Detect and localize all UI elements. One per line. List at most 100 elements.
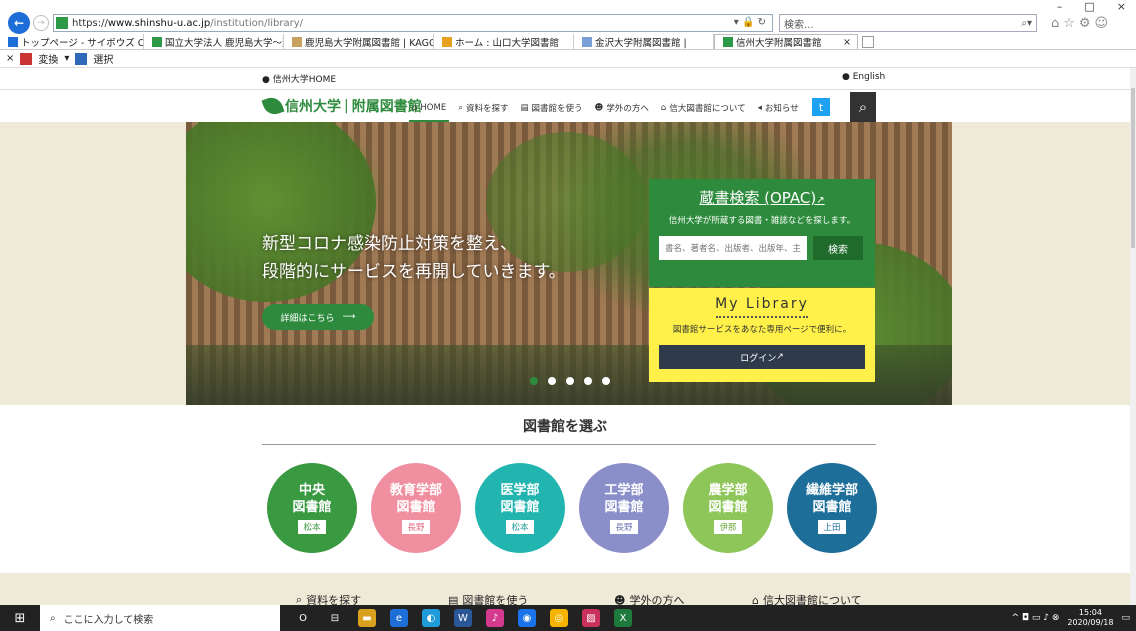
bottom-link-label: 学外の方へ: [629, 594, 685, 605]
hero-message-line: 段階的にサービスを再開していきます。: [262, 262, 566, 282]
library-name: 図書館: [708, 500, 748, 515]
slide-dot[interactable]: [602, 377, 610, 385]
external-link-icon: ↗: [816, 195, 825, 206]
close-command-icon[interactable]: ×: [6, 53, 14, 64]
tab-shinshu-library[interactable]: 信州大学附属図書館 ×: [714, 34, 858, 49]
system-tray: ^ ◘ ▭ ♪ ⊗ 15:04 2020/09/18 ▭: [1011, 605, 1130, 631]
select-button[interactable]: 選択: [93, 51, 113, 66]
library-location: 松本: [298, 520, 326, 534]
forward-button[interactable]: →: [33, 15, 49, 31]
nav-search-materials[interactable]: ⌕ 資料を探す: [458, 98, 508, 118]
library-name: 教育学部: [389, 483, 442, 498]
home-icon: ⌂: [412, 103, 418, 113]
itunes-icon[interactable]: ♪: [486, 609, 504, 627]
tab-kagoshima-univ[interactable]: 国立大学法人 鹿児島大学〜進...: [144, 34, 284, 49]
bottom-link-search[interactable]: ⌕ 資料を探す: [296, 592, 448, 605]
tab-close-icon[interactable]: ×: [843, 37, 851, 48]
library-engineering[interactable]: 工学部 図書館 長野: [579, 463, 669, 553]
tab-cybozu[interactable]: トップページ - サイボウズ Office: [0, 34, 144, 49]
minimize-button[interactable]: –: [1057, 0, 1063, 13]
library-name: 図書館: [604, 500, 644, 515]
library-medicine[interactable]: 医学部 図書館 松本: [475, 463, 565, 553]
site-header: 信州大学 | 附属図書館 ⌂ HOME ⌕ 資料を探す ▤ 図書館を使う ☻ 学…: [0, 92, 1130, 123]
chrome-icon[interactable]: ◎: [550, 609, 568, 627]
tab-title-group: 信州大学附属図書館: [723, 35, 822, 49]
shinshu-home-link[interactable]: ● 信州大学HOME: [262, 72, 336, 85]
divider: [262, 444, 876, 445]
tab-yamaguchi-library[interactable]: ホーム : 山口大学図書館: [434, 34, 574, 49]
nav-label: 図書館を使う: [531, 104, 583, 114]
app-icon[interactable]: ◉: [518, 609, 536, 627]
tab-favicon-icon: [292, 36, 302, 47]
slide-dot[interactable]: [584, 377, 592, 385]
paint-icon[interactable]: ▨: [582, 609, 600, 627]
slide-dot[interactable]: [530, 377, 538, 385]
slide-dot[interactable]: [548, 377, 556, 385]
nav-label: お知らせ: [764, 104, 799, 114]
ie-icon[interactable]: e: [390, 609, 408, 627]
search-icon: ⌕: [458, 103, 463, 113]
logo-separator: |: [344, 98, 349, 114]
convert-dropdown-icon[interactable]: ▾: [64, 53, 69, 64]
toolbar-icons[interactable]: ⌂☆⚙☺: [1051, 16, 1112, 31]
page-scrollbar[interactable]: [1130, 68, 1136, 605]
scrollbar-thumb[interactable]: [1131, 88, 1135, 248]
tab-strip: トップページ - サイボウズ Office 国立大学法人 鹿児島大学〜進... …: [0, 34, 1136, 50]
hero-message-line: 新型コロナ感染防止対策を整え、: [262, 234, 517, 254]
book-icon: ▤: [448, 593, 459, 606]
tab-kagoshima-library[interactable]: 鹿児島大学附属図書館 | KAGO...: [284, 34, 434, 49]
bottom-link-label: 図書館を使う: [462, 594, 529, 605]
notification-icon[interactable]: ▭: [1121, 613, 1130, 623]
bottom-link-use[interactable]: ▤ 図書館を使う: [448, 592, 614, 606]
library-logo[interactable]: 信州大学 | 附属図書館: [261, 94, 422, 118]
library-education[interactable]: 教育学部 図書館 長野: [371, 463, 461, 553]
twitter-icon[interactable]: t: [812, 98, 830, 116]
tab-kanazawa-library[interactable]: 金沢大学附属図書館 |: [574, 34, 714, 49]
library-central[interactable]: 中央 図書館 松本: [267, 463, 357, 553]
nav-home[interactable]: ⌂ HOME: [408, 98, 450, 123]
english-link[interactable]: ● English: [842, 72, 885, 82]
windows-start-icon[interactable]: ⊞: [0, 605, 40, 631]
search-icon[interactable]: ⌕▾: [1021, 18, 1032, 29]
back-button[interactable]: ←: [8, 12, 30, 34]
nav-about[interactable]: ⌂ 信大図書館について: [661, 98, 746, 118]
site-search-button[interactable]: ⌕: [850, 92, 876, 122]
tab-favicon-icon: [8, 36, 18, 47]
new-tab-button[interactable]: [862, 36, 874, 48]
login-button[interactable]: ログイン ↗: [659, 345, 865, 369]
word-icon[interactable]: W: [454, 609, 472, 627]
file-explorer-icon[interactable]: ▬: [358, 609, 376, 627]
library-textile[interactable]: 繊維学部 図書館 上田: [787, 463, 877, 553]
convert-button[interactable]: 変換: [38, 51, 58, 66]
close-window-button[interactable]: ×: [1117, 0, 1126, 13]
megaphone-icon: ◂: [757, 103, 762, 113]
opac-title-link[interactable]: 蔵書検索 (OPAC)↗: [649, 187, 875, 208]
opac-search-button[interactable]: 検索: [813, 236, 863, 260]
address-bar-icons[interactable]: ▾ 🔒 ↻: [734, 17, 766, 28]
excel-icon[interactable]: X: [614, 609, 632, 627]
library-name: 農学部: [708, 483, 748, 498]
nav-use-library[interactable]: ▤ 図書館を使う: [520, 98, 582, 118]
taskbar-search-input[interactable]: ⌕ ここに入力して検索: [40, 605, 280, 631]
address-bar[interactable]: https://www.shinshu-u.ac.jp/institution/…: [53, 14, 773, 32]
cortana-icon[interactable]: O: [294, 609, 312, 627]
bottom-link-external[interactable]: ☻ 学外の方へ: [614, 592, 752, 606]
maximize-button[interactable]: □: [1084, 0, 1094, 13]
details-button[interactable]: 詳細はこちら ⟶: [262, 304, 374, 330]
bottom-link-about[interactable]: ⌂ 信大図書館について: [752, 592, 882, 606]
users-icon: ☻: [614, 593, 626, 606]
library-agriculture[interactable]: 農学部 図書館 伊那: [683, 463, 773, 553]
nav-external-users[interactable]: ☻ 学外の方へ: [595, 98, 649, 118]
browser-search-input[interactable]: 検索... ⌕▾: [779, 14, 1037, 32]
tab-label: ホーム : 山口大学図書館: [455, 37, 559, 49]
clock[interactable]: 15:04 2020/09/18: [1067, 608, 1113, 628]
slide-dot[interactable]: [566, 377, 574, 385]
task-view-icon[interactable]: ⊟: [326, 609, 344, 627]
english-link-label: English: [852, 72, 886, 82]
my-library-title: My Library: [715, 296, 809, 312]
edge-icon[interactable]: ◐: [422, 609, 440, 627]
nav-news[interactable]: ◂ お知らせ: [758, 98, 799, 118]
taskbar-apps: O ⊟ ▬ e ◐ W ♪ ◉ ◎ ▨ X: [294, 609, 632, 627]
tray-icons[interactable]: ^ ◘ ▭ ♪ ⊗: [1011, 613, 1059, 623]
opac-search-input[interactable]: [659, 236, 807, 260]
